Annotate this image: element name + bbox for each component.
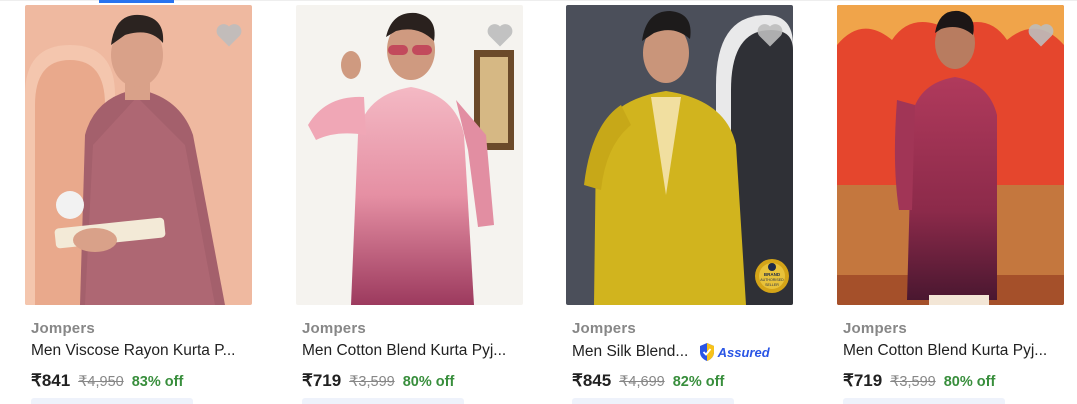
product-brand: Jompers [302,320,366,337]
discount-label: 80% off [943,374,996,390]
original-price: ₹4,699 [619,374,665,390]
selling-price: ₹841 [31,371,71,390]
product-brand: Jompers [843,320,907,337]
discount-label: 83% off [131,374,184,390]
product-brand: Jompers [572,320,636,337]
product-card[interactable]: Jompers Men Cotton Blend Kurta Pyj... ₹7… [296,0,546,404]
selling-price: ₹719 [843,371,883,390]
selling-price: ₹845 [572,371,612,390]
product-title[interactable]: Men Viscose Rayon Kurta P... [31,342,235,360]
badge-line: BRAND [764,272,781,277]
heart-icon[interactable] [214,20,244,48]
original-price: ₹3,599 [349,374,395,390]
assured-label: Assured [717,344,770,360]
product-image[interactable] [25,5,252,305]
price-row: ₹841 ₹4,950 83% off [31,371,183,391]
card-footer-strip [31,398,193,404]
product-image[interactable] [296,5,523,305]
discount-label: 82% off [672,374,725,390]
product-image[interactable] [837,5,1064,305]
heart-icon[interactable] [1026,20,1056,48]
assured-shield-icon [699,343,714,361]
heart-icon[interactable] [485,20,515,48]
discount-label: 80% off [402,374,455,390]
product-card[interactable]: BRAND AUTHORISED SELLER Jompers Men Silk… [566,0,816,404]
product-title[interactable]: Men Silk Blend... [572,343,688,360]
card-footer-strip [302,398,464,404]
card-footer-strip [572,398,734,404]
product-title-row[interactable]: Men Silk Blend... Assured [572,342,770,362]
price-row: ₹719 ₹3,599 80% off [302,371,454,391]
product-grid: Jompers Men Viscose Rayon Kurta P... ₹84… [0,0,1077,404]
product-card[interactable]: Jompers Men Cotton Blend Kurta Pyj... ₹7… [837,0,1077,404]
badge-line: SELLER [765,283,779,287]
badge-line: AUTHORISED [760,278,784,282]
price-row: ₹719 ₹3,599 80% off [843,371,995,391]
heart-icon[interactable] [755,20,785,48]
product-image[interactable]: BRAND AUTHORISED SELLER [566,5,793,305]
product-title[interactable]: Men Cotton Blend Kurta Pyj... [843,342,1047,360]
original-price: ₹4,950 [78,374,124,390]
assured-badge: Assured [698,342,770,362]
selling-price: ₹719 [302,371,342,390]
product-brand: Jompers [31,320,95,337]
product-title[interactable]: Men Cotton Blend Kurta Pyj... [302,342,506,360]
original-price: ₹3,599 [890,374,936,390]
card-footer-strip [843,398,1005,404]
product-card[interactable]: Jompers Men Viscose Rayon Kurta P... ₹84… [25,0,275,404]
price-row: ₹845 ₹4,699 82% off [572,371,724,391]
